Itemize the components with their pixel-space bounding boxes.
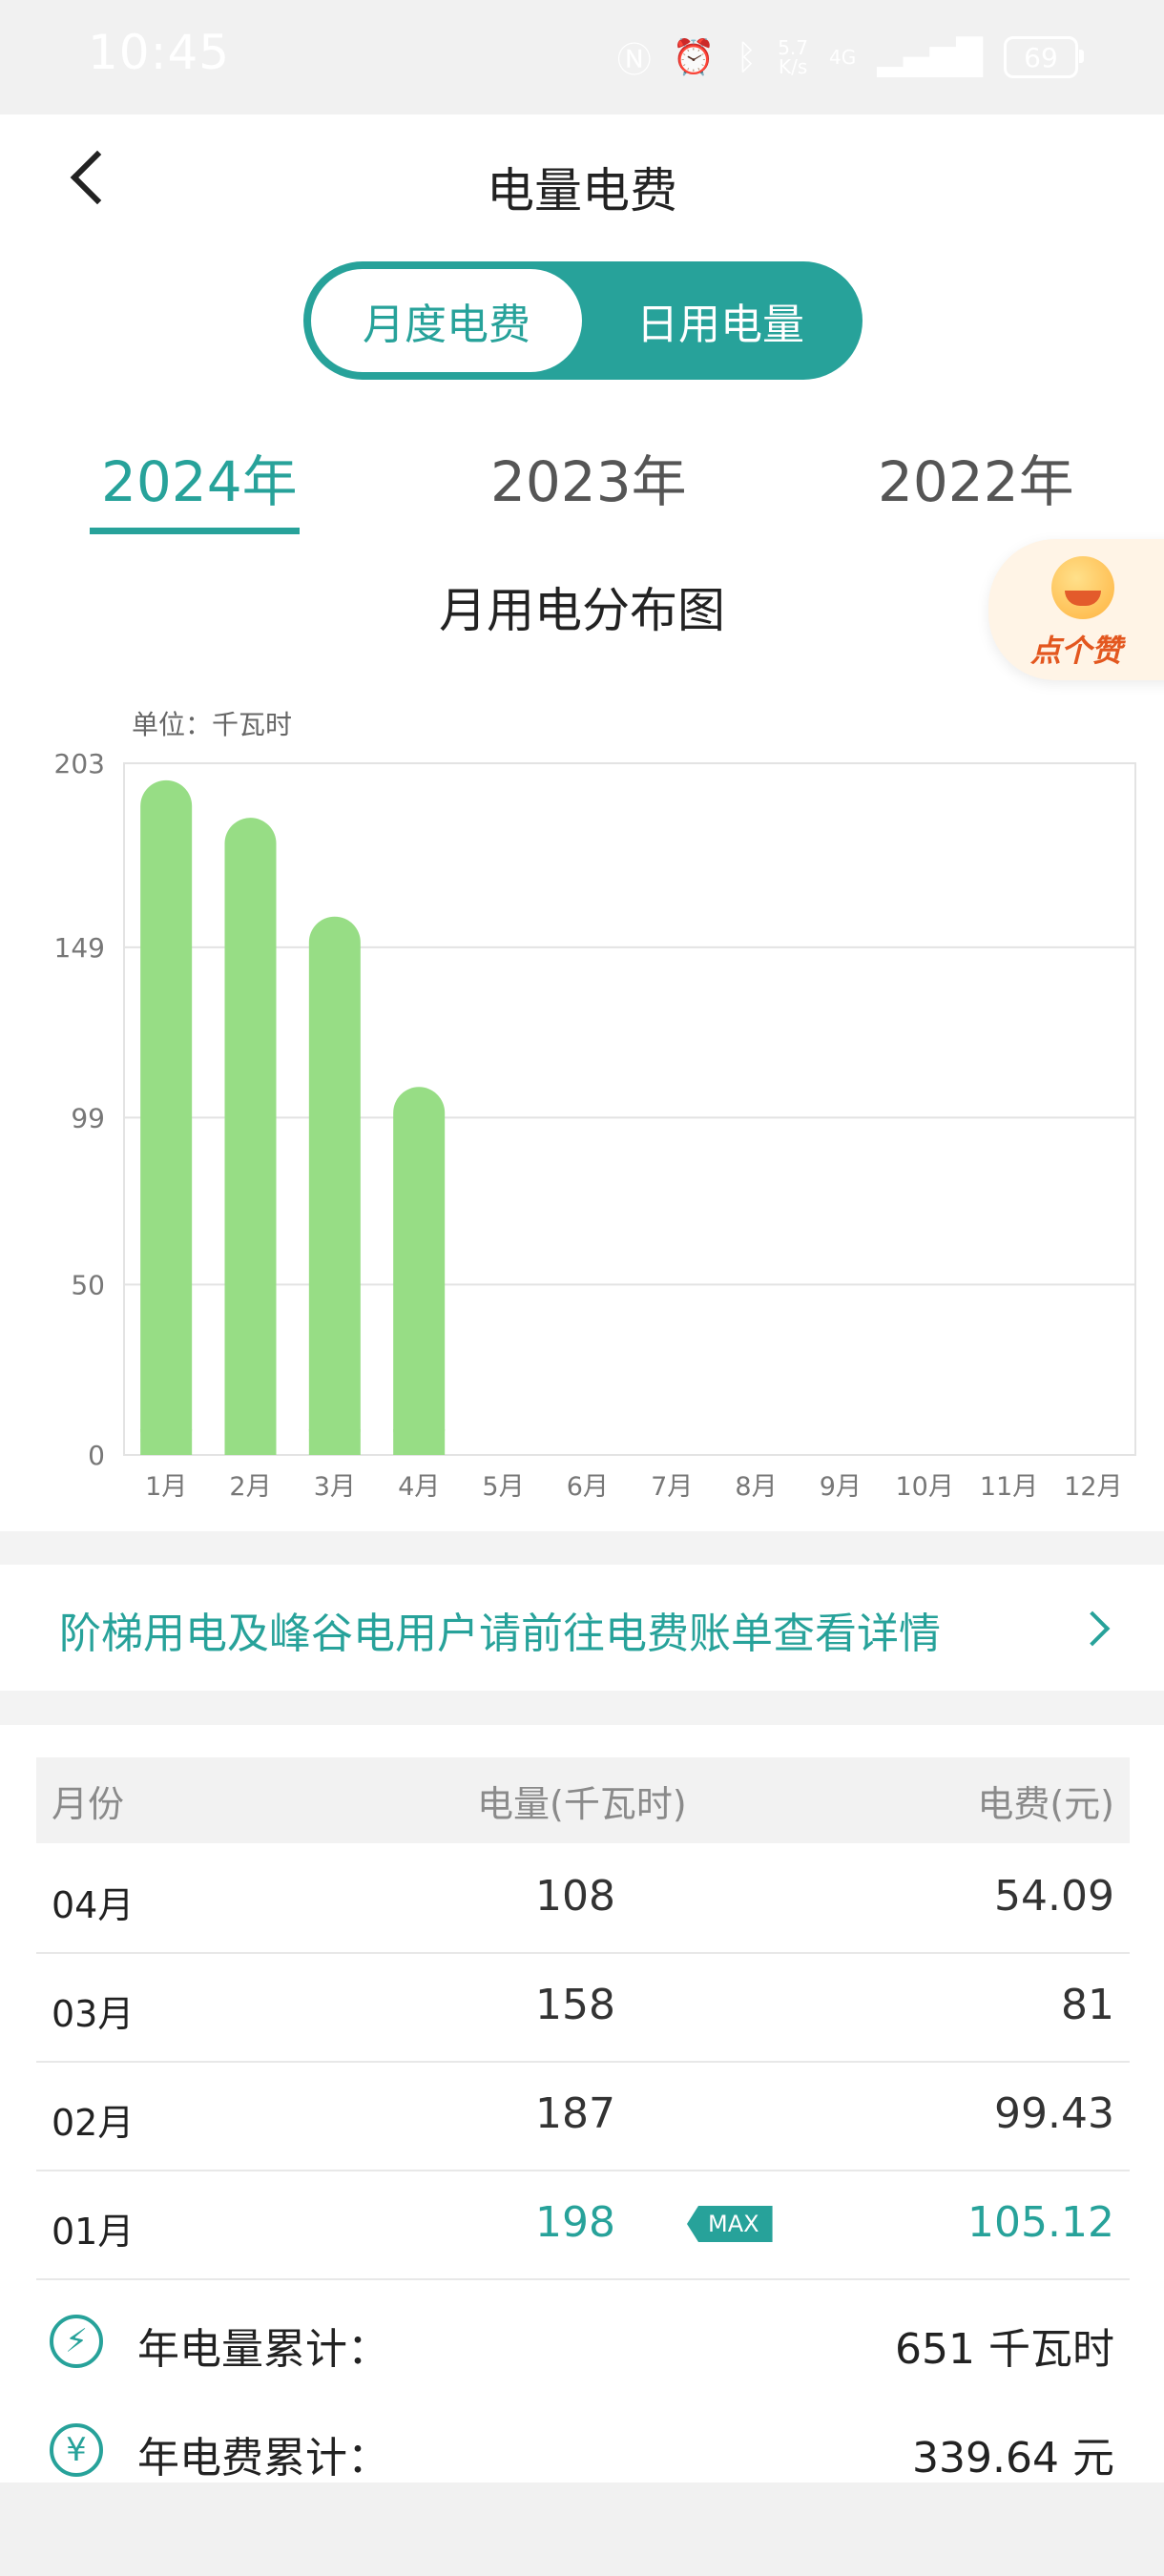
x-tick-label: 11月 xyxy=(980,1472,1038,1502)
bluetooth-icon: ᛒ xyxy=(736,37,758,77)
main-panel: 电量电费 月度电费 日用电量 2024年 2023年 2022年 月用电分布图 … xyxy=(0,114,1164,1531)
toggle-daily-usage[interactable]: 日用电量 xyxy=(586,269,855,372)
table-row-max: 01月 198 MAX 105.12 xyxy=(36,2170,1130,2280)
bar-base-1 xyxy=(140,1429,193,1455)
x-tick-label: 5月 xyxy=(482,1472,524,1502)
billing-notice[interactable]: 阶梯用电及峰谷电用户请前往电费账单查看详情 xyxy=(0,1565,1164,1691)
yen-icon: ¥ xyxy=(50,2423,103,2477)
smiley-face-icon xyxy=(1051,556,1114,619)
y-tick-label: 149 xyxy=(54,932,105,964)
table-row: 03月 158 81 xyxy=(36,1952,1130,2063)
bar-3 xyxy=(308,916,361,1455)
max-badge: MAX xyxy=(687,2206,773,2242)
chevron-right-icon xyxy=(1074,1610,1111,1647)
annual-fee-label: 年电费累计： xyxy=(137,2434,389,2483)
row-fee: 81 xyxy=(1061,1981,1114,2029)
tab-year-2023[interactable]: 2023年 xyxy=(490,437,687,517)
x-tick-label: 3月 xyxy=(314,1472,356,1502)
row-quantity: 108 xyxy=(535,1872,615,1921)
table-row: 02月 187 99.43 xyxy=(36,2061,1130,2171)
annual-energy-label: 年电量累计： xyxy=(137,2325,389,2374)
annual-fee-value: 339.64 元 xyxy=(912,2434,1114,2483)
bar-2 xyxy=(224,818,277,1455)
net-speed-unit: K/s xyxy=(778,55,808,78)
table-row: 04月 108 54.09 xyxy=(36,1843,1130,1954)
active-tab-indicator xyxy=(90,528,300,534)
lightning-icon: ⚡ xyxy=(50,2315,103,2368)
row-month: 01月 xyxy=(52,2211,135,2253)
y-tick-label: 50 xyxy=(71,1269,105,1300)
row-quantity: 198 xyxy=(535,2198,615,2247)
view-toggle: 月度电费 日用电量 xyxy=(303,261,863,380)
row-quantity: 158 xyxy=(535,1981,615,2029)
y-tick-label: 0 xyxy=(88,1440,105,1471)
x-tick-label: 8月 xyxy=(735,1472,777,1502)
x-tick-label: 4月 xyxy=(398,1472,440,1502)
row-fee: 105.12 xyxy=(967,2198,1114,2247)
y-tick-label: 99 xyxy=(71,1102,105,1133)
y-tick-label: 203 xyxy=(54,748,105,779)
signal-icon: ▂▄▆█ xyxy=(877,37,983,77)
x-tick-label: 1月 xyxy=(145,1472,187,1502)
bar-1 xyxy=(140,779,193,1455)
x-tick-label: 7月 xyxy=(651,1472,693,1502)
page-title: 电量电费 xyxy=(487,163,677,218)
row-month: 04月 xyxy=(52,1884,135,1926)
like-label: 点个赞 xyxy=(1030,633,1123,669)
annual-energy-summary: ⚡ 年电量累计： 651 千瓦时 xyxy=(36,2294,1130,2399)
toggle-monthly-fee[interactable]: 月度电费 xyxy=(311,269,582,372)
row-month: 03月 xyxy=(52,1993,135,2035)
alarm-icon: ⏰ xyxy=(672,38,716,77)
status-time: 10:45 xyxy=(88,25,231,80)
x-tick-label: 2月 xyxy=(229,1472,271,1502)
tab-year-2022[interactable]: 2022年 xyxy=(878,437,1074,517)
network-type: 4G xyxy=(829,46,857,69)
header-quantity: 电量(千瓦时) xyxy=(477,1783,687,1825)
x-tick-label: 6月 xyxy=(567,1472,609,1502)
row-fee: 54.09 xyxy=(994,1872,1114,1921)
tab-year-2024[interactable]: 2024年 xyxy=(101,437,298,517)
row-month: 02月 xyxy=(52,2102,135,2144)
status-icons: Ⓝ ⏰ ᛒ 5.7 K/s 4G ▂▄▆█ 69 xyxy=(616,32,1084,82)
like-button[interactable]: 点个赞 xyxy=(988,539,1164,680)
notice-text: 阶梯用电及峰谷电用户请前往电费账单查看详情 xyxy=(59,1610,941,1658)
table-header: 月份 电量(千瓦时) 电费(元) xyxy=(36,1757,1130,1843)
bar-base-3 xyxy=(308,1429,361,1455)
battery-level: 69 xyxy=(1024,41,1058,73)
status-bar: 10:45 Ⓝ ⏰ ᛒ 5.7 K/s 4G ▂▄▆█ 69 xyxy=(0,0,1164,114)
battery-icon: 69 xyxy=(1004,36,1084,78)
net-speed: 5.7 K/s xyxy=(778,38,808,76)
row-quantity: 187 xyxy=(535,2089,615,2138)
header-month: 月份 xyxy=(52,1783,125,1825)
x-tick-label: 12月 xyxy=(1064,1472,1122,1502)
x-tick-label: 10月 xyxy=(895,1472,953,1502)
header-fee: 电费(元) xyxy=(977,1783,1114,1825)
row-fee: 99.43 xyxy=(994,2089,1114,2138)
nfc-icon: Ⓝ xyxy=(616,41,652,80)
bar-base-2 xyxy=(224,1429,277,1455)
bar-base-4 xyxy=(393,1429,446,1455)
usage-table-panel: 月份 电量(千瓦时) 电费(元) 04月 108 54.09 03月 158 8… xyxy=(0,1725,1164,2488)
x-tick-label: 9月 xyxy=(820,1472,862,1502)
annual-energy-value: 651 千瓦时 xyxy=(895,2325,1114,2374)
bottom-bar xyxy=(0,2483,1164,2576)
bar-4 xyxy=(393,1087,446,1455)
monthly-usage-chart: 0 50 99 149 203 1月 2月 3月 4月 5月 6月 7月 8月 9月 10月 11月 12月 xyxy=(54,748,1136,1502)
